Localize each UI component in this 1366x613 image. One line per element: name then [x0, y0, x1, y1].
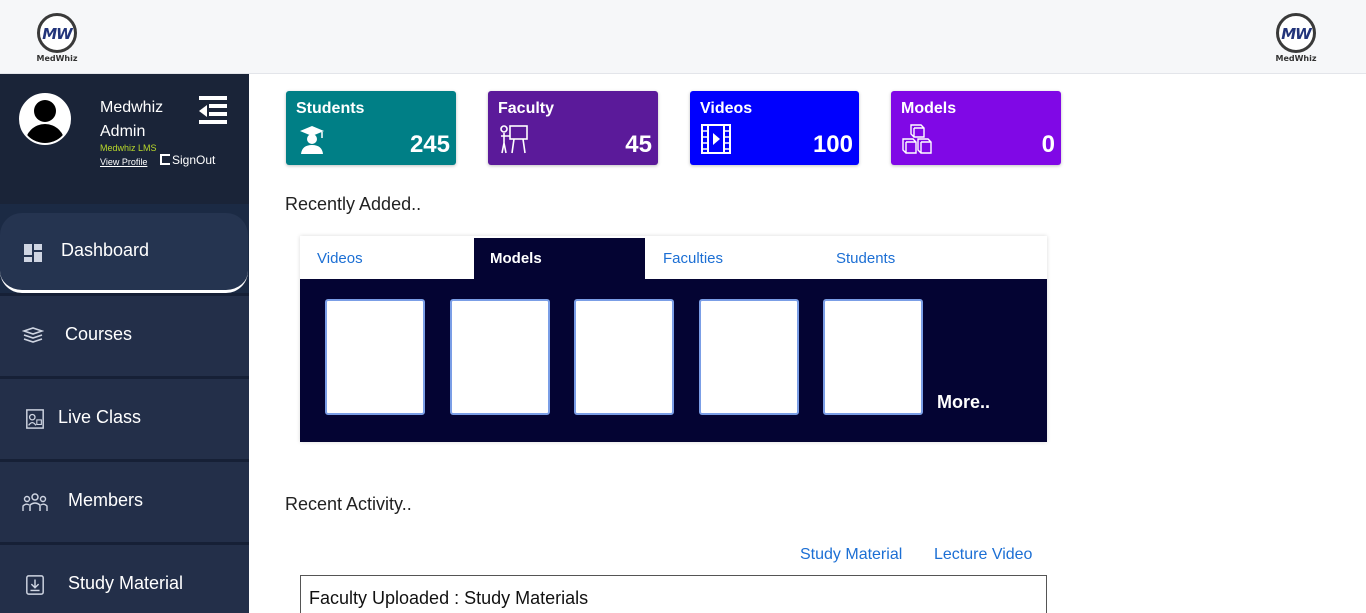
user-name-line1: Medwhiz	[100, 99, 164, 116]
logo-mark: MW	[1281, 25, 1311, 43]
sidebar-item-members[interactable]: Members	[0, 462, 249, 542]
stat-card-title: Students	[296, 100, 365, 117]
members-icon	[22, 493, 48, 511]
user-subtitle: Medwhiz LMS	[100, 143, 157, 153]
stat-card-faculty[interactable]: Faculty 45	[488, 91, 658, 165]
signout-icon	[160, 154, 170, 165]
profile-panel: Medwhiz Admin Medwhiz LMS View Profile S…	[0, 74, 249, 204]
stat-card-value: 245	[409, 131, 450, 158]
tab-models[interactable]: Models	[474, 238, 645, 279]
activity-link-lecture-video[interactable]: Lecture Video	[934, 546, 1032, 564]
stat-card-value: 100	[812, 131, 853, 158]
activity-entry: Faculty Uploaded : Study Materials	[309, 588, 589, 608]
sidebar-item-label: Courses	[65, 324, 133, 344]
activity-link-study-material[interactable]: Study Material	[800, 546, 902, 564]
teacher-board-icon	[500, 125, 528, 154]
film-play-icon	[701, 124, 731, 154]
medwhiz-logo[interactable]: MW MedWhiz	[35, 13, 79, 65]
user-name: Medwhiz Admin	[100, 96, 180, 144]
stat-card-title: Videos	[700, 100, 753, 117]
tab-faculties[interactable]: Faculties	[663, 238, 813, 279]
sidebar: Medwhiz Admin Medwhiz LMS View Profile S…	[0, 74, 249, 613]
dashboard-icon	[24, 244, 42, 262]
tab-videos[interactable]: Videos	[317, 238, 467, 279]
study-material-icon	[26, 575, 44, 595]
model-thumbnail[interactable]	[450, 299, 550, 415]
more-link[interactable]: More..	[937, 392, 990, 413]
graduate-icon	[300, 126, 324, 154]
stat-card-title: Faculty	[498, 100, 555, 117]
view-profile-link[interactable]: View Profile	[100, 157, 147, 167]
stat-card-students[interactable]: Students 245	[286, 91, 456, 165]
sidebar-item-dashboard[interactable]: Dashboard	[0, 213, 248, 293]
sidebar-item-label: Members	[68, 490, 144, 510]
model-thumbnail[interactable]	[823, 299, 923, 415]
cubes-icon	[902, 124, 932, 154]
logo-label: MedWhiz	[1275, 54, 1317, 63]
logo-label: MedWhiz	[36, 54, 78, 63]
user-name-line2: Admin	[100, 123, 146, 140]
logo-mark: MW	[42, 25, 72, 43]
stat-card-title: Models	[901, 100, 957, 117]
stat-card-videos[interactable]: Videos 100	[690, 91, 859, 165]
activity-list: Faculty Uploaded : Study Materials	[300, 575, 1047, 613]
sidebar-item-label: Dashboard	[61, 240, 150, 260]
recently-added-title: Recently Added..	[285, 194, 422, 214]
books-icon	[22, 327, 44, 343]
sidebar-item-live-class[interactable]: Live Class	[0, 379, 249, 459]
model-thumbnail[interactable]	[325, 299, 425, 415]
model-thumbnail[interactable]	[574, 299, 674, 415]
signout-label: SignOut	[172, 153, 216, 167]
sidebar-item-courses[interactable]: Courses	[0, 296, 249, 376]
tab-strip: Videos Models Faculties Students	[300, 236, 1047, 279]
stat-card-models[interactable]: Models 0	[891, 91, 1061, 165]
avatar[interactable]	[19, 93, 71, 145]
sidebar-item-label: Live Class	[58, 407, 142, 427]
recently-added-panel: Videos Models Faculties Students More..	[300, 236, 1047, 442]
top-header: MW MedWhiz MW MedWhiz	[0, 0, 1366, 74]
sidebar-item-label: Study Material	[68, 573, 184, 593]
signout-button[interactable]: SignOut	[160, 153, 215, 167]
stat-card-value: 45	[625, 131, 652, 158]
medwhiz-logo-right[interactable]: MW MedWhiz	[1274, 13, 1318, 65]
tab-panel-models: More..	[300, 279, 1047, 442]
recent-activity-title: Recent Activity..	[285, 494, 412, 514]
model-thumbnail[interactable]	[699, 299, 799, 415]
tab-students[interactable]: Students	[836, 238, 986, 279]
stat-card-value: 0	[1041, 131, 1055, 158]
live-class-icon	[26, 409, 44, 429]
sidebar-item-study-material[interactable]: Study Material	[0, 545, 249, 613]
menu-collapse-icon[interactable]	[199, 96, 227, 124]
